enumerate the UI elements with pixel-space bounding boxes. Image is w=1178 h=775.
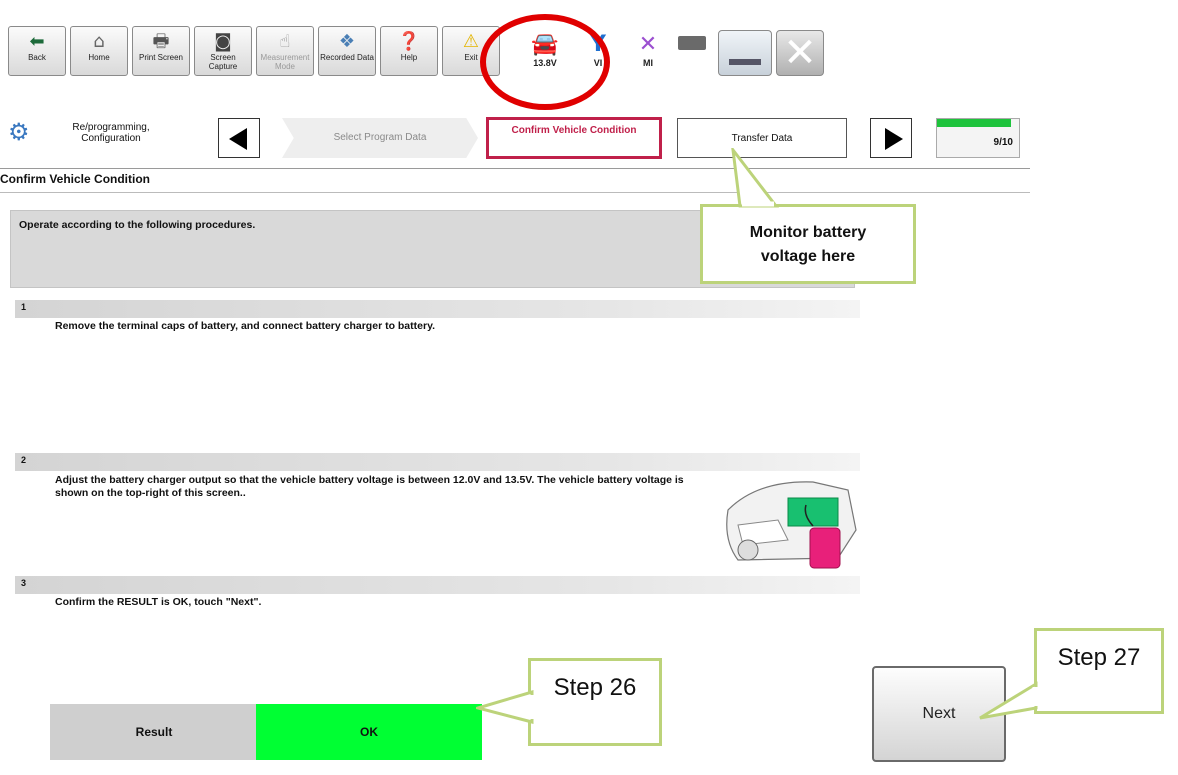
printer-icon: 🖶 <box>152 31 170 52</box>
next-step-button[interactable] <box>870 118 912 158</box>
screen-capture-button[interactable]: ◙ Screen Capture <box>194 26 252 76</box>
mi-indicator: ✕ MI <box>628 32 668 68</box>
highlight-ring <box>480 14 610 110</box>
home-icon: ⌂ <box>93 31 105 52</box>
chevron-right-icon <box>885 128 903 150</box>
result-ok-value: OK <box>256 704 482 760</box>
step-27-callout: Step 27 <box>1034 628 1164 714</box>
step-2-text: Adjust the battery charger output so tha… <box>55 474 684 499</box>
prev-step-button[interactable] <box>218 118 260 158</box>
cross-icon: ✕ <box>638 32 658 57</box>
camera-icon: ◙ <box>214 31 232 52</box>
step-select-program-data: Select Program Data <box>282 118 478 158</box>
result-label: Result <box>50 704 258 760</box>
callout-pointer <box>731 148 780 208</box>
minimize-button[interactable] <box>718 30 772 76</box>
step-3-header: 3 <box>15 576 860 594</box>
step-2-header: 2 <box>15 453 860 471</box>
battery-icon <box>678 36 706 50</box>
help-icon: ❓ <box>397 31 421 52</box>
progress-indicator: 9/10 <box>936 118 1020 158</box>
instruction-text: Operate according to the following proce… <box>19 219 256 231</box>
recorded-data-button[interactable]: ❖ Recorded Data <box>318 26 376 76</box>
divider <box>0 192 1030 193</box>
step-1-header: 1 <box>15 300 860 318</box>
help-button[interactable]: ❓ Help <box>380 26 438 76</box>
callout-pointer <box>476 689 534 724</box>
print-screen-button[interactable]: 🖶 Print Screen <box>132 26 190 76</box>
minimize-icon <box>729 59 761 65</box>
battery-voltage-callout: Monitor battery voltage here <box>700 204 916 284</box>
progress-bar <box>937 119 1011 127</box>
reprogramming-icon: ⚙ <box>8 118 30 146</box>
recorded-data-icon: ❖ <box>338 31 356 52</box>
divider <box>0 168 1030 169</box>
back-arrow-icon: ⬅ <box>29 31 45 52</box>
battery-charger-icon <box>726 481 857 569</box>
step-3-text: Confirm the RESULT is OK, touch "Next". <box>55 596 262 608</box>
section-label: Re/programming, Configuration <box>72 122 150 144</box>
navigation-bar: ⚙ Re/programming, Configuration Select P… <box>0 112 1030 166</box>
back-button[interactable]: ⬅ Back <box>8 26 66 76</box>
page-title: Confirm Vehicle Condition <box>0 172 151 186</box>
home-button[interactable]: ⌂ Home <box>70 26 128 76</box>
close-icon: ✕ <box>783 30 817 76</box>
progress-text: 9/10 <box>993 137 1013 148</box>
callout-pointer <box>979 681 1038 720</box>
step-confirm-vehicle-condition: Confirm Vehicle Condition <box>486 117 662 159</box>
measurement-mode-button[interactable]: ☝ Measurement Mode <box>256 26 314 76</box>
close-button[interactable]: ✕ <box>776 30 824 76</box>
battery-charger-illustration <box>718 470 858 574</box>
step-1-text: Remove the terminal caps of battery, and… <box>55 320 436 332</box>
hand-pointer-icon: ☝ <box>279 31 291 52</box>
chevron-left-icon <box>229 128 247 150</box>
step-26-callout: Step 26 <box>528 658 662 746</box>
